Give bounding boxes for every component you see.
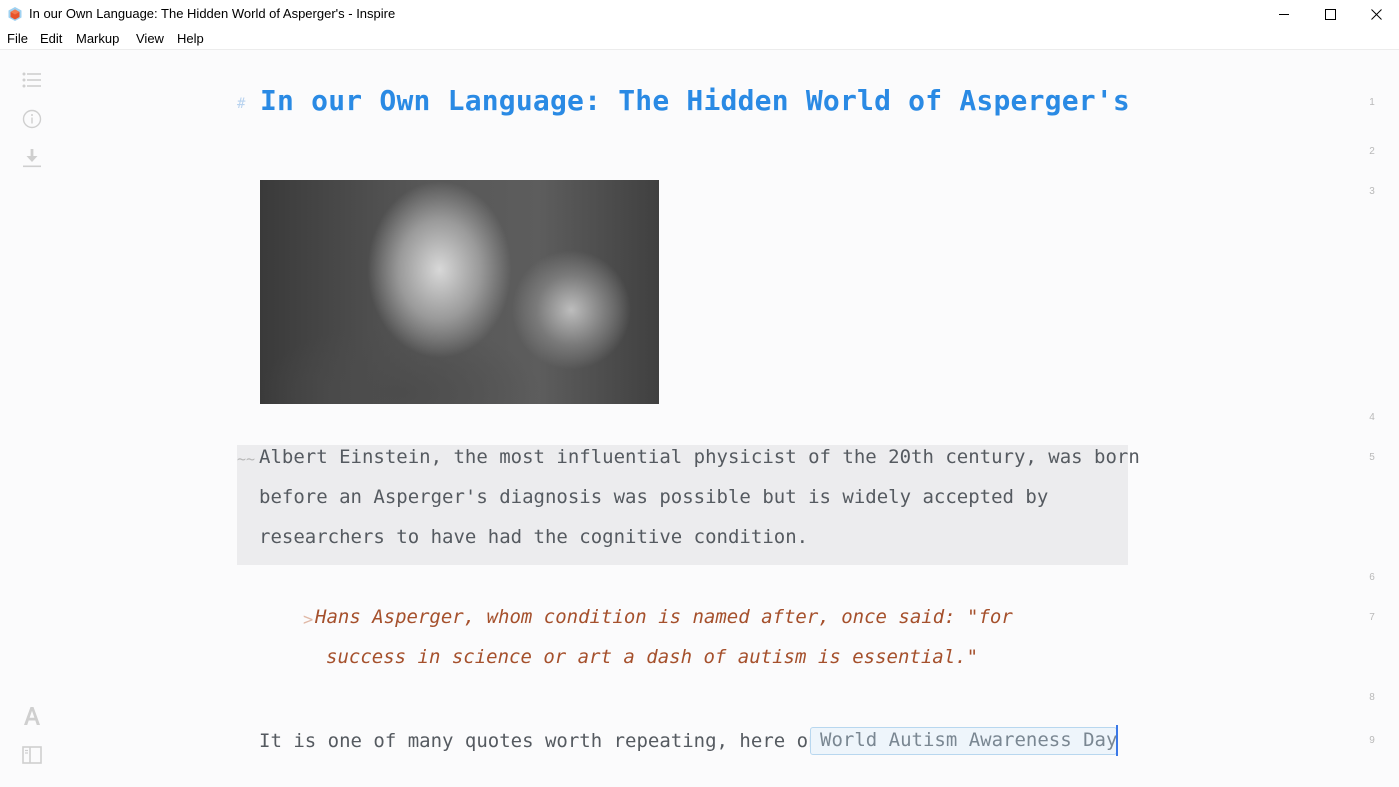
font-typography-icon: [23, 706, 41, 730]
inspire-cube-icon: [8, 7, 22, 21]
minimize-button[interactable]: [1261, 0, 1307, 29]
link-label: World Autism Awareness Day: [820, 729, 1118, 751]
menu-view[interactable]: View: [136, 31, 164, 46]
typography-button[interactable]: [21, 707, 43, 729]
blockquote-line[interactable]: success in science or art a dash of auti…: [326, 646, 978, 668]
line-number: 1: [1369, 97, 1375, 108]
info-icon: [22, 109, 42, 133]
paragraph-markup-marker: ~~: [237, 450, 256, 468]
window-title: In our Own Language: The Hidden World of…: [29, 6, 396, 21]
info-button[interactable]: [21, 109, 43, 133]
menu-help[interactable]: Help: [177, 31, 204, 46]
outline-button[interactable]: [21, 71, 43, 93]
line-number: 7: [1369, 612, 1375, 623]
text-caret: [1116, 725, 1118, 756]
minimize-icon: [1278, 9, 1290, 20]
menu-edit[interactable]: Edit: [40, 31, 62, 46]
maximize-icon: [1324, 9, 1336, 20]
paragraph-line[interactable]: before an Asperger's diagnosis was possi…: [259, 486, 1048, 508]
close-icon: [1370, 9, 1382, 20]
line-number: 9: [1369, 735, 1375, 746]
heading-markup-marker: #: [237, 96, 246, 112]
title-bar: In our Own Language: The Hidden World of…: [0, 0, 1399, 29]
export-download-icon: [22, 148, 42, 172]
paragraph-line[interactable]: researchers to have had the cognitive co…: [259, 526, 808, 548]
close-button[interactable]: [1353, 0, 1399, 29]
maximize-button[interactable]: [1307, 0, 1353, 29]
document-heading[interactable]: In our Own Language: The Hidden World of…: [260, 84, 1130, 117]
menu-file[interactable]: File: [7, 31, 28, 46]
blockquote-line[interactable]: Hans Asperger, whom condition is named a…: [315, 606, 1013, 628]
export-button[interactable]: [21, 149, 43, 171]
blockquote-markup-marker: >: [303, 610, 314, 630]
outline-list-icon: [22, 71, 42, 93]
paragraph-line[interactable]: It is one of many quotes worth repeating…: [259, 730, 820, 752]
einstein-portrait-image[interactable]: [260, 180, 659, 404]
line-number: 5: [1369, 452, 1375, 463]
line-number: 8: [1369, 692, 1375, 703]
selected-link-text[interactable]: World Autism Awareness Day: [810, 727, 1117, 755]
sidebar-toggle-button[interactable]: [21, 746, 43, 768]
sidebar-layout-icon: [22, 746, 42, 768]
line-number: 3: [1369, 186, 1375, 197]
menu-markup[interactable]: Markup: [76, 31, 119, 46]
line-number: 4: [1369, 412, 1375, 423]
menu-bar: File Edit Markup View Help: [0, 29, 1399, 50]
line-number: 2: [1369, 146, 1375, 157]
paragraph-line[interactable]: Albert Einstein, the most influential ph…: [259, 446, 1140, 468]
line-number: 6: [1369, 572, 1375, 583]
